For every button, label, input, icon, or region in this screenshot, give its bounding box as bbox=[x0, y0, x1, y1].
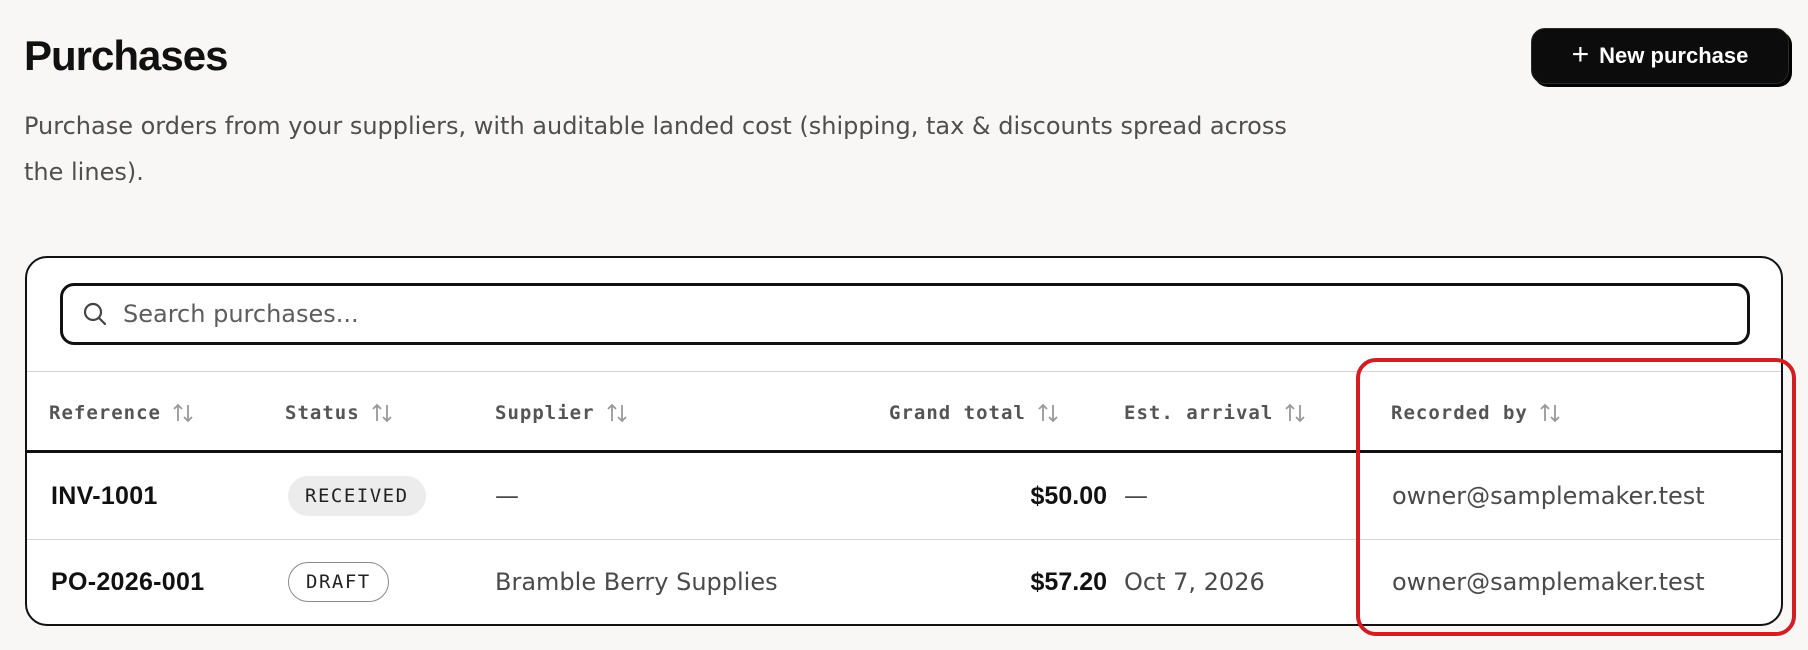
page-title: Purchases bbox=[24, 32, 228, 79]
new-purchase-button[interactable]: + New purchase bbox=[1531, 28, 1789, 84]
column-label: Recorded by bbox=[1391, 402, 1528, 424]
cell-grand-total: $50.00 bbox=[1030, 481, 1107, 510]
new-purchase-label: New purchase bbox=[1599, 43, 1749, 68]
cell-reference[interactable]: INV-1001 bbox=[51, 476, 158, 516]
column-header-grand-total[interactable]: Grand total bbox=[889, 398, 1060, 428]
sort-icon bbox=[1283, 401, 1307, 425]
cell-supplier: Bramble Berry Supplies bbox=[495, 568, 778, 596]
cell-grand-total: $57.20 bbox=[1030, 567, 1107, 596]
column-header-status[interactable]: Status bbox=[285, 398, 394, 428]
row-divider bbox=[27, 539, 1781, 540]
header-divider-top bbox=[27, 371, 1781, 372]
status-badge: RECEIVED bbox=[288, 476, 426, 516]
sort-icon bbox=[1538, 401, 1562, 425]
cell-recorded-by: owner@samplemaker.test bbox=[1392, 482, 1705, 510]
column-label: Est. arrival bbox=[1124, 402, 1274, 424]
column-label: Status bbox=[285, 402, 360, 424]
column-label: Reference bbox=[49, 402, 161, 424]
cell-est-arrival: Oct 7, 2026 bbox=[1124, 568, 1265, 596]
status-badge: DRAFT bbox=[288, 562, 389, 602]
search-icon bbox=[81, 300, 109, 328]
column-header-reference[interactable]: Reference bbox=[49, 398, 195, 428]
column-header-supplier[interactable]: Supplier bbox=[495, 398, 629, 428]
cell-est-arrival: — bbox=[1124, 482, 1148, 510]
search-bar[interactable] bbox=[60, 283, 1750, 345]
purchases-page: Purchases Purchase orders from your supp… bbox=[0, 0, 1808, 650]
plus-icon: + bbox=[1571, 37, 1590, 71]
column-label: Supplier bbox=[495, 402, 595, 424]
cell-supplier: — bbox=[495, 482, 519, 510]
sort-icon bbox=[605, 401, 629, 425]
purchases-table-card: Reference Status Supplier Grand total Es… bbox=[25, 256, 1783, 626]
cell-recorded-by: owner@samplemaker.test bbox=[1392, 568, 1705, 596]
column-label: Grand total bbox=[889, 402, 1026, 424]
search-input[interactable] bbox=[123, 300, 1623, 328]
column-header-est-arrival[interactable]: Est. arrival bbox=[1124, 398, 1307, 428]
header-divider-bottom bbox=[27, 450, 1781, 453]
sort-icon bbox=[1036, 401, 1060, 425]
column-header-recorded-by[interactable]: Recorded by bbox=[1391, 398, 1562, 428]
sort-icon bbox=[370, 401, 394, 425]
sort-icon bbox=[171, 401, 195, 425]
cell-reference[interactable]: PO-2026-001 bbox=[51, 562, 204, 602]
page-description: Purchase orders from your suppliers, wit… bbox=[24, 112, 1287, 186]
